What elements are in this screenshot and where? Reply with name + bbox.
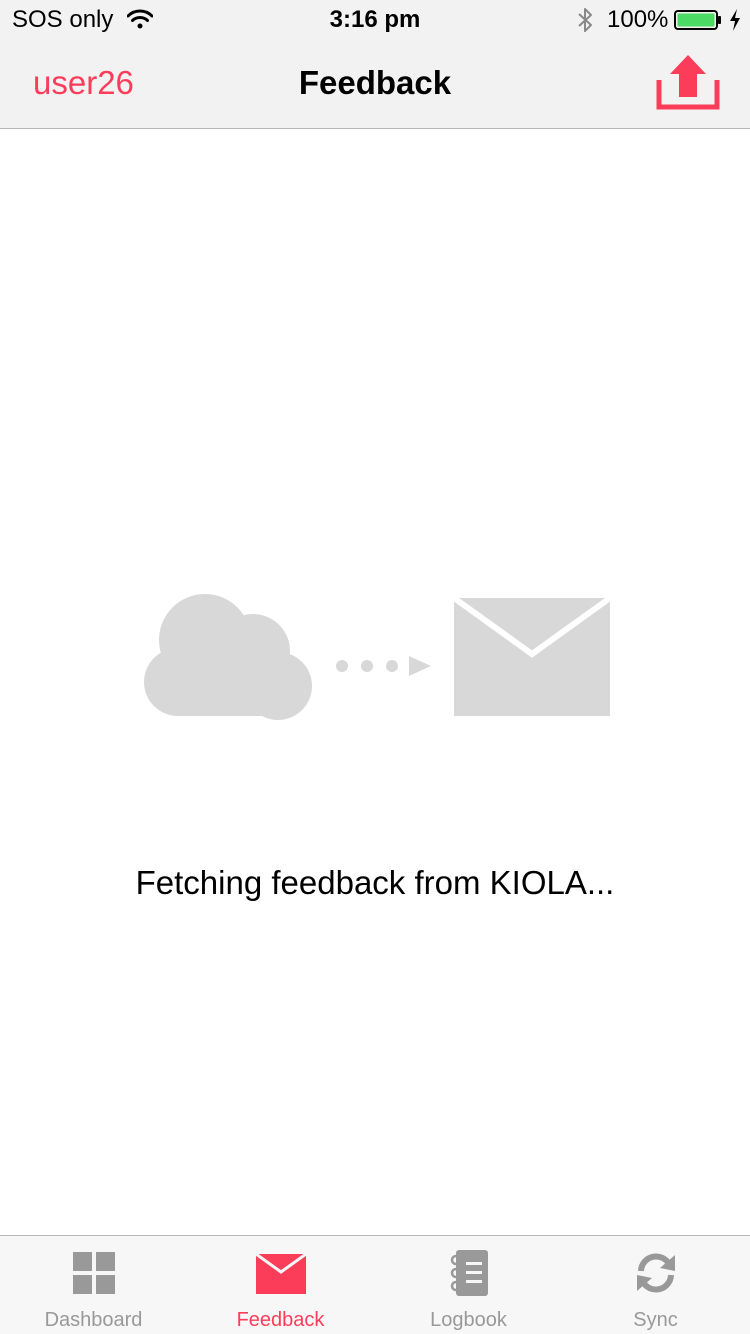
tab-label: Sync (633, 1309, 678, 1331)
dots-arrow-icon (336, 656, 431, 676)
feedback-screen: SOS only 3:16 pm 100% user26 Feedback Fe… (0, 0, 750, 1334)
battery-icon (674, 10, 721, 30)
status-bar: SOS only 3:16 pm 100% (0, 0, 750, 40)
notebook-icon (450, 1250, 488, 1296)
tab-label: Feedback (236, 1309, 325, 1331)
upload-icon[interactable] (656, 52, 720, 112)
tab-bar: Dashboard Feedback Logbook Sync (0, 1235, 750, 1334)
bluetooth-icon (578, 8, 592, 32)
fetch-illustration (144, 594, 612, 720)
user-button[interactable]: user26 (33, 64, 134, 102)
charging-icon (730, 9, 740, 31)
grid-icon (72, 1252, 115, 1294)
battery-percent: 100% (607, 6, 669, 33)
tab-dashboard[interactable]: Dashboard (0, 1236, 187, 1334)
tab-logbook[interactable]: Logbook (375, 1236, 562, 1334)
tab-sync[interactable]: Sync (562, 1236, 749, 1334)
mail-icon (255, 1254, 306, 1294)
tab-label: Dashboard (44, 1309, 143, 1331)
mail-icon (452, 595, 612, 716)
fetching-message: Fetching feedback from KIOLA... (135, 864, 615, 901)
tab-feedback[interactable]: Feedback (187, 1236, 374, 1334)
navigation-bar: user26 Feedback (0, 40, 750, 129)
tab-label: Logbook (430, 1309, 507, 1331)
cloud-icon (144, 594, 312, 720)
sync-icon (636, 1253, 675, 1293)
